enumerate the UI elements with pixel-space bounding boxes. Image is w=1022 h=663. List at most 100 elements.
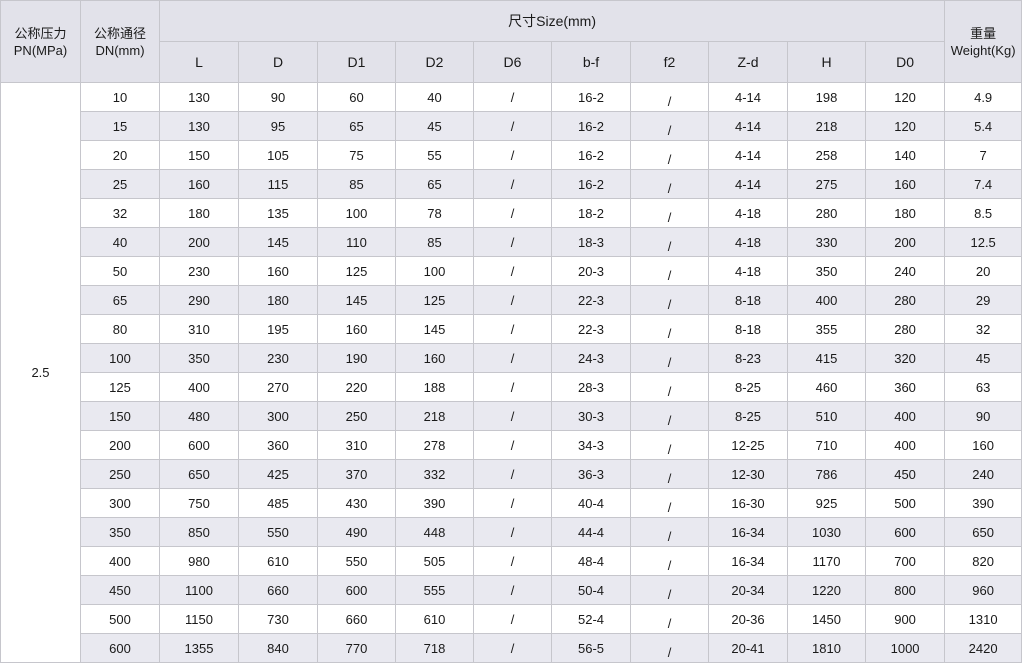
h-cell: 1220 (787, 575, 866, 605)
table-row: 450 1100 660 600 555/50-4/20-34 1220 800 960 (1, 575, 1022, 605)
zd-cell: 20-34 (708, 575, 788, 605)
f2-cell: / (630, 256, 709, 286)
bf-cell: 20-3 (551, 256, 631, 286)
weight-cell: 45 (944, 343, 1022, 373)
h-cell: 280 (787, 198, 866, 228)
header-row-top: 公称压力 PN(MPa) 公称通径 DN(mm) 尺寸Size(mm) 重量 W… (0, 0, 1022, 83)
size-header: 尺寸Size(mm) (158, 0, 946, 42)
h-cell: 275 (787, 169, 866, 199)
d6-cell: / (473, 82, 552, 112)
weight-cell: 7.4 (944, 169, 1022, 199)
table-row: 80 310 195 160 145/22-3/8-18 355 280 32 (1, 314, 1022, 344)
table-row: 15 130 95 65 45/16-2/4-14 218 120 5.4 (1, 111, 1022, 141)
weight-cell: 29 (944, 285, 1022, 315)
d1-cell: 310 (317, 430, 396, 460)
weight-cell: 1310 (944, 604, 1022, 634)
f2-cell: / (630, 343, 709, 373)
table-row: 50 230 160 125 100/20-3/4-18 350 240 20 (1, 256, 1022, 286)
f2-cell: / (630, 140, 709, 170)
table-body: 2.5 10 130 90 60 40/16-2/4-14 198 120 4.9 15 130 95… (0, 82, 1022, 663)
dn-cell: 300 (80, 488, 160, 518)
pn-header-en: PN(MPa) (13, 42, 68, 58)
d2-cell: 278 (395, 430, 474, 460)
d1-cell: 490 (317, 517, 396, 547)
pn-header-cn: 公称压力 (14, 25, 67, 41)
h-cell: 400 (787, 285, 866, 315)
f2-cell: / (630, 633, 709, 663)
d-cell: 730 (238, 604, 318, 634)
d2-cell: 65 (395, 169, 474, 199)
d0-cell: 360 (864, 372, 946, 402)
spec-sheet: 公称压力 PN(MPa) 公称通径 DN(mm) 尺寸Size(mm) 重量 W… (0, 0, 1022, 663)
zd-cell: 4-18 (708, 256, 788, 286)
weight-header-cn: 重量 (970, 25, 997, 41)
table-row: 32 180 135 100 78/18-2/4-18 280 180 8.5 (1, 198, 1022, 228)
d1-cell: 75 (317, 140, 396, 170)
zd-cell: 8-18 (708, 314, 788, 344)
d1-cell: 660 (317, 604, 396, 634)
pn-value-cell: 2.5 (0, 82, 81, 663)
l-cell: 150 (159, 140, 239, 170)
zd-cell: 16-30 (708, 488, 788, 518)
column-header: b-f (551, 41, 631, 83)
bf-cell: 56-5 (551, 633, 631, 663)
weight-header-en: Weight(Kg) (950, 42, 1016, 58)
d0-cell: 600 (864, 517, 946, 547)
h-cell: 710 (787, 430, 866, 460)
d1-cell: 125 (317, 256, 396, 286)
d0-cell: 160 (864, 169, 946, 199)
dn-cell: 250 (80, 459, 160, 489)
weight-cell: 20 (944, 256, 1022, 286)
column-header: D0 (864, 41, 946, 83)
d1-cell: 100 (317, 198, 396, 228)
l-cell: 290 (159, 285, 239, 315)
d2-cell: 125 (395, 285, 474, 315)
dn-cell: 350 (80, 517, 160, 547)
f2-cell: / (630, 227, 709, 257)
l-cell: 980 (159, 546, 239, 576)
d0-cell: 700 (864, 546, 946, 576)
d6-cell: / (473, 604, 552, 634)
table-row: 25 160 115 85 65/16-2/4-14 275 160 7.4 (1, 169, 1022, 199)
l-cell: 1100 (159, 575, 239, 605)
bf-cell: 18-2 (551, 198, 631, 228)
zd-cell: 16-34 (708, 546, 788, 576)
f2-cell: / (630, 488, 709, 518)
dn-cell: 15 (80, 111, 160, 141)
column-header: D6 (473, 41, 552, 83)
column-header: L (159, 41, 239, 83)
h-cell: 415 (787, 343, 866, 373)
table-row: 2.5 10 130 90 60 40/16-2/4-14 198 120 4.9 (0, 82, 1022, 663)
d2-cell: 555 (395, 575, 474, 605)
l-cell: 1355 (159, 633, 239, 663)
f2-cell: / (630, 314, 709, 344)
h-cell: 786 (787, 459, 866, 489)
d0-cell: 180 (864, 198, 946, 228)
l-cell: 180 (159, 198, 239, 228)
table-row: 600 1355 840 770 718/56-5/20-41 1810 1000 2420 (1, 633, 1022, 663)
table-row: 500 1150 730 660 610/52-4/20-36 1450 900 1310 (1, 604, 1022, 634)
d2-cell: 448 (395, 517, 474, 547)
d-cell: 195 (238, 314, 318, 344)
table-row: 40 200 145 110 85/18-3/4-18 330 200 12.5 (1, 227, 1022, 257)
dn-cell: 65 (80, 285, 160, 315)
dimension-table: 公称压力 PN(MPa) 公称通径 DN(mm) 尺寸Size(mm) 重量 W… (0, 0, 1022, 663)
bf-cell: 16-2 (551, 140, 631, 170)
bf-cell: 50-4 (551, 575, 631, 605)
zd-cell: 20-36 (708, 604, 788, 634)
d-cell: 95 (238, 111, 318, 141)
d1-cell: 145 (317, 285, 396, 315)
h-cell: 258 (787, 140, 866, 170)
l-cell: 130 (159, 111, 239, 141)
table-row: 400 980 610 550 505/48-4/16-34 1170 700 820 (1, 546, 1022, 576)
zd-cell: 8-18 (708, 285, 788, 315)
d-cell: 115 (238, 169, 318, 199)
f2-cell: / (630, 517, 709, 547)
table-row: 350 850 550 490 448/44-4/16-34 1030 600 650 (1, 517, 1022, 547)
d-cell: 610 (238, 546, 318, 576)
d-cell: 270 (238, 372, 318, 402)
d2-cell: 40 (395, 82, 474, 112)
d0-cell: 500 (864, 488, 946, 518)
d1-cell: 550 (317, 546, 396, 576)
h-cell: 925 (787, 488, 866, 518)
